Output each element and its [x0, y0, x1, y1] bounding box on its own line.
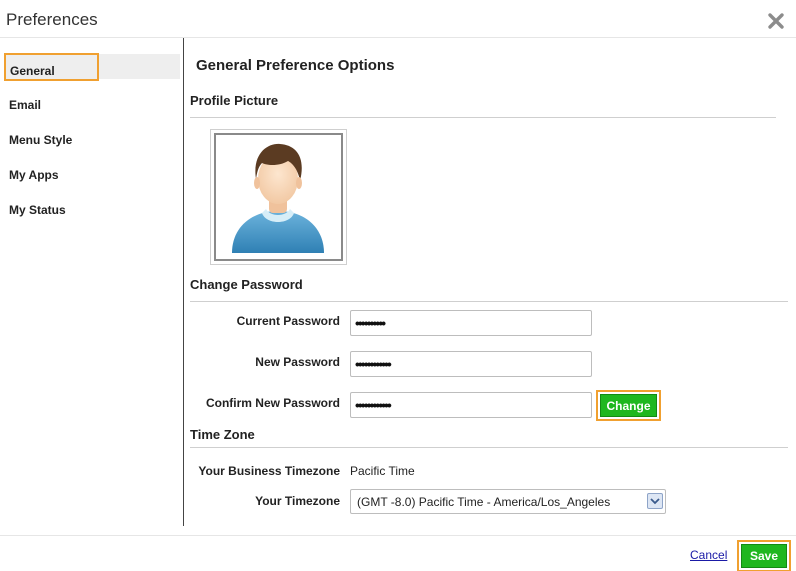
sidebar-item-label: My Apps	[9, 168, 59, 182]
close-icon	[768, 13, 784, 29]
timezone-label: Your Timezone	[255, 494, 340, 508]
save-button-highlight: Save	[737, 540, 791, 571]
confirm-password-field[interactable]	[350, 392, 592, 418]
timezone-select[interactable]: (GMT -8.0) Pacific Time - America/Los_An…	[350, 489, 666, 514]
sidebar: General Email Menu Style My Apps My Stat…	[0, 38, 184, 526]
change-password-button[interactable]: Change	[600, 394, 657, 417]
sidebar-item-label: My Status	[9, 203, 66, 217]
sidebar-item-general[interactable]: General	[4, 53, 180, 81]
new-password-field[interactable]	[350, 351, 592, 377]
chevron-down-glyph	[650, 498, 660, 505]
current-password-label: Current Password	[236, 314, 340, 328]
current-password-field[interactable]	[350, 310, 592, 336]
dialog-footer: Cancel Save	[0, 535, 796, 571]
section-divider	[190, 447, 788, 448]
profile-picture-heading: Profile Picture	[190, 93, 279, 108]
sidebar-item-my-status[interactable]: My Status	[5, 194, 180, 219]
window-title: Preferences	[6, 10, 98, 29]
new-password-label: New Password	[255, 355, 340, 369]
cancel-link[interactable]: Cancel	[690, 548, 727, 562]
close-button[interactable]	[766, 11, 786, 31]
sidebar-item-label: Email	[9, 98, 42, 112]
change-password-heading: Change Password	[190, 277, 303, 292]
save-button[interactable]: Save	[741, 544, 787, 568]
business-timezone-label: Your Business Timezone	[198, 464, 340, 478]
confirm-password-label: Confirm New Password	[205, 396, 340, 410]
timezone-selected-value: (GMT -8.0) Pacific Time - America/Los_An…	[357, 495, 611, 509]
chevron-down-icon[interactable]	[647, 493, 663, 509]
section-divider	[190, 301, 788, 302]
preferences-panel: General Preference Options Profile Pictu…	[185, 38, 796, 526]
sidebar-item-label: General	[4, 53, 99, 81]
user-avatar-icon	[232, 143, 324, 253]
avatar-container	[214, 133, 343, 261]
sidebar-item-email[interactable]: Email	[5, 89, 180, 114]
sidebar-item-label: Menu Style	[9, 133, 73, 147]
sidebar-item-my-apps[interactable]: My Apps	[5, 159, 180, 184]
page-title: General Preference Options	[196, 57, 395, 74]
change-button-highlight: Change	[596, 390, 661, 421]
window-titlebar: Preferences	[0, 0, 796, 38]
section-divider	[190, 117, 776, 118]
sidebar-item-menu-style[interactable]: Menu Style	[5, 124, 180, 149]
time-zone-heading: Time Zone	[190, 427, 255, 442]
profile-picture[interactable]	[210, 129, 347, 265]
business-timezone-value: Pacific Time	[350, 464, 415, 478]
